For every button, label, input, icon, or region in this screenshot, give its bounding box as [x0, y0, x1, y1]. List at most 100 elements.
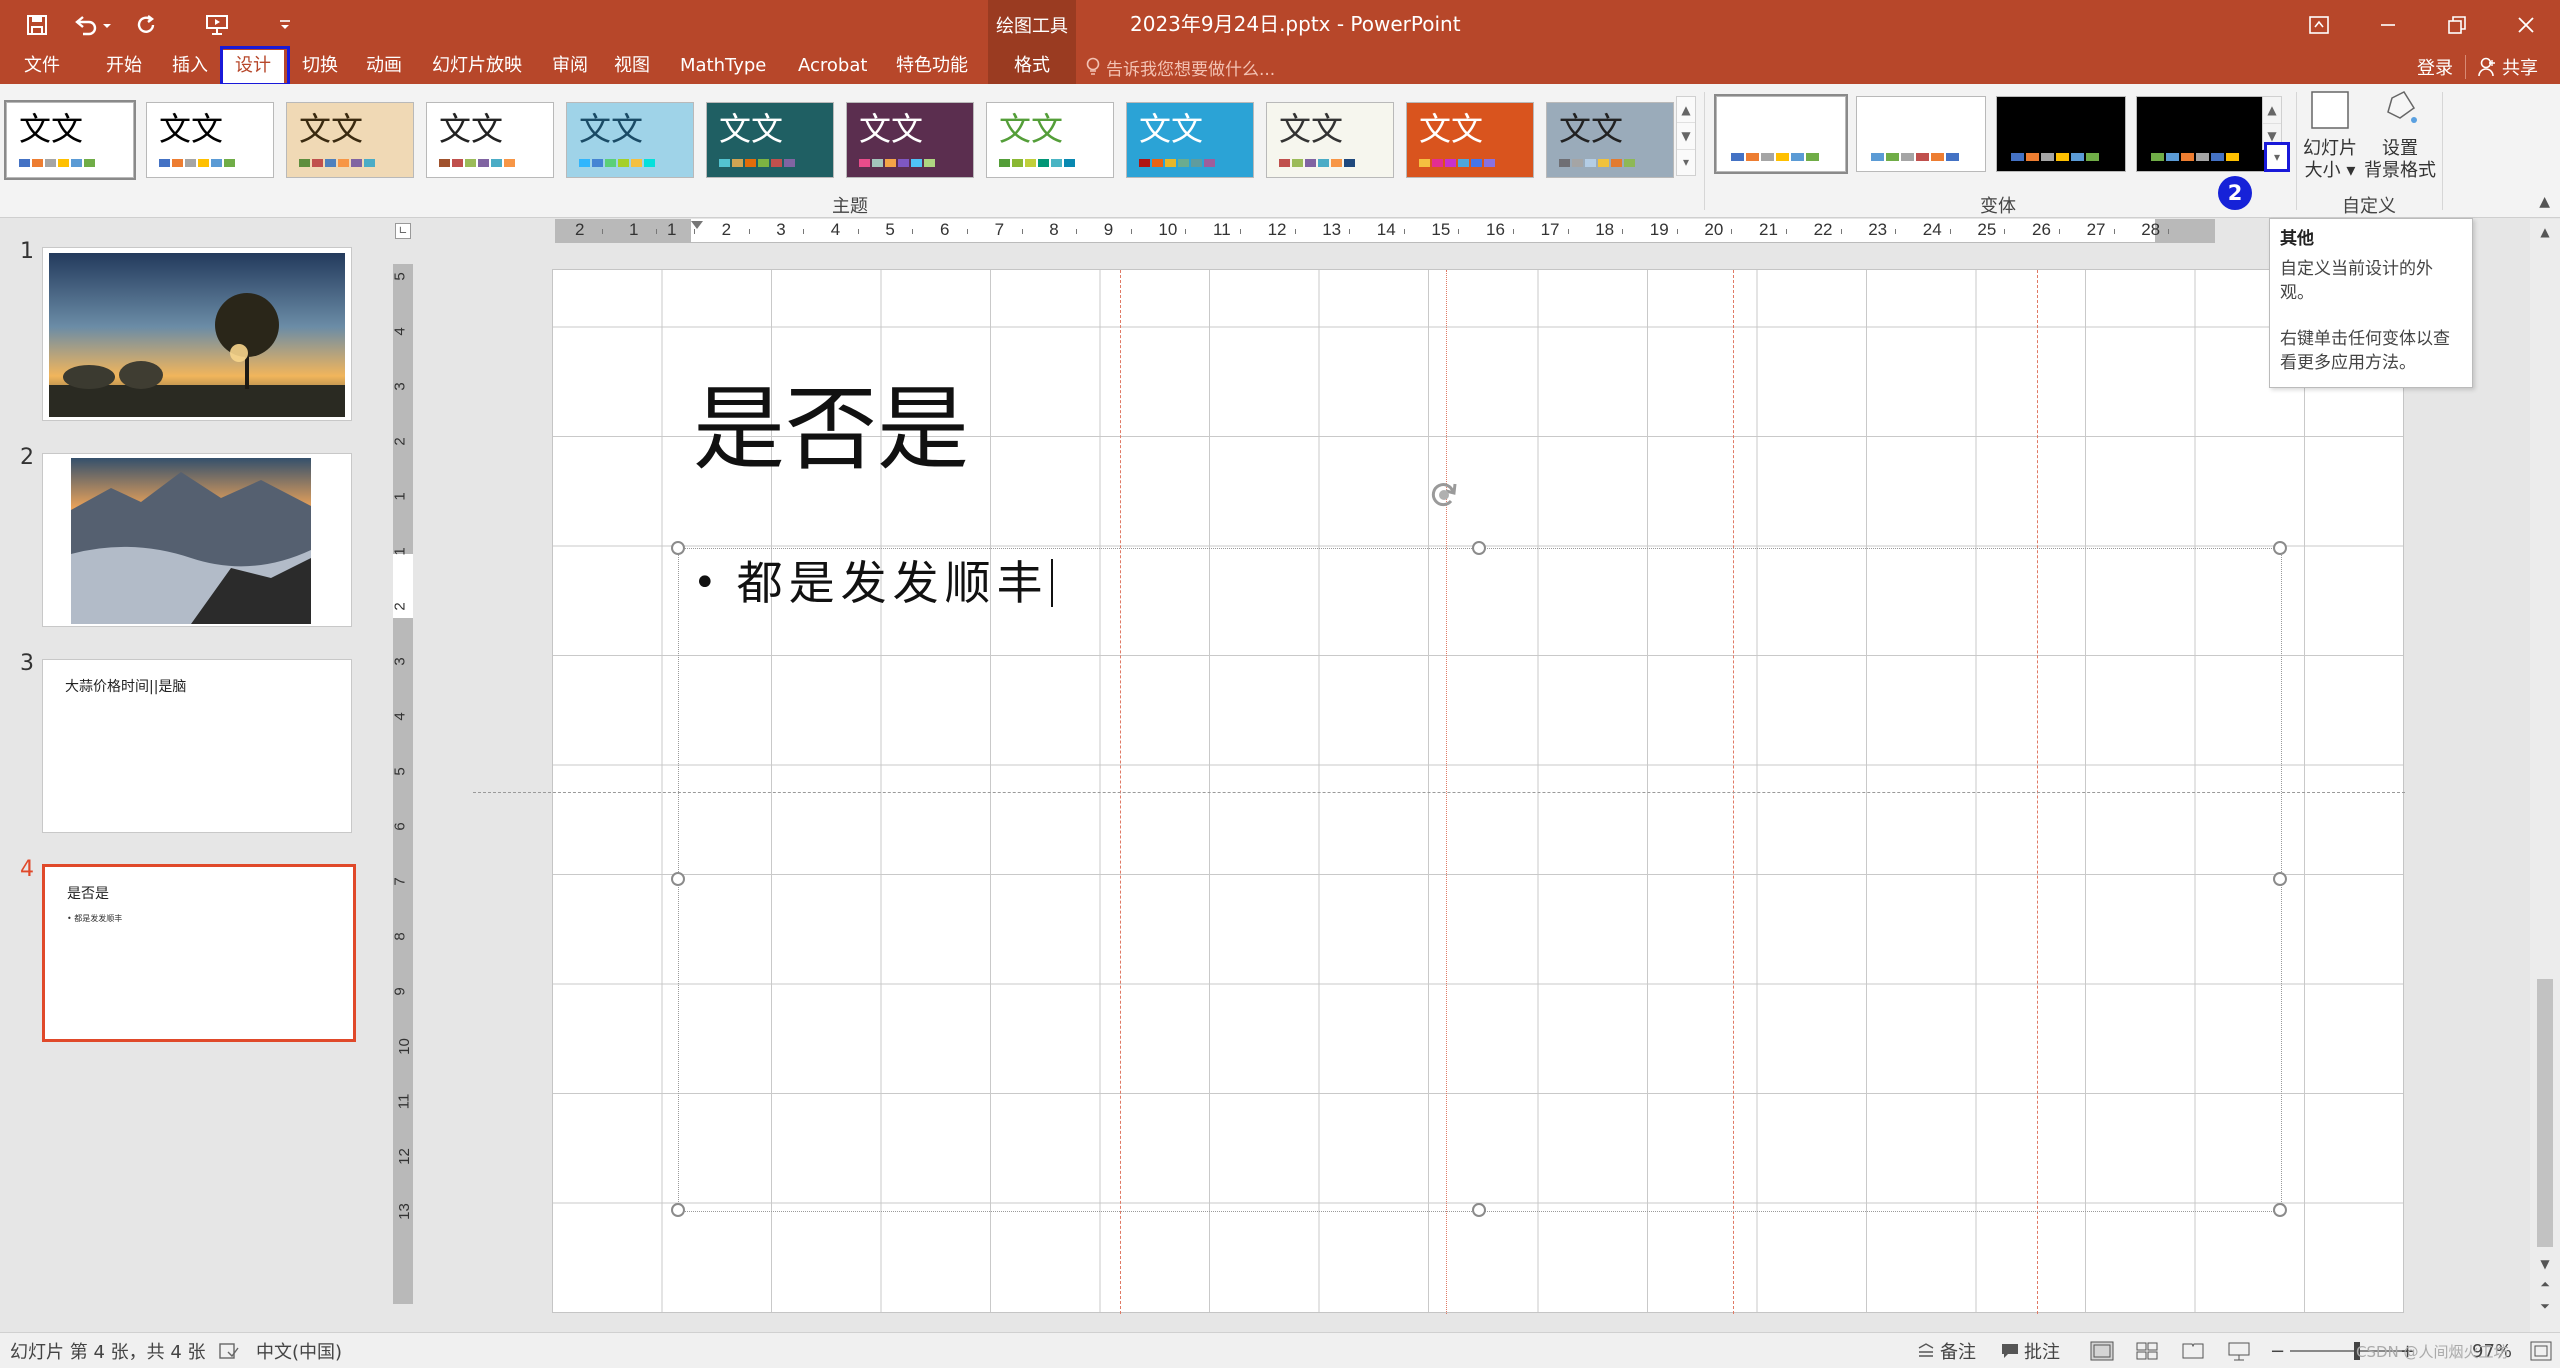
- variants-more-button[interactable]: ▾: [2264, 142, 2290, 172]
- notes-icon: [1918, 1343, 1934, 1357]
- slide-thumbnail-2[interactable]: [42, 453, 352, 627]
- variant-option[interactable]: [1996, 96, 2126, 172]
- ruler-number: 2: [391, 602, 409, 611]
- ruler-number: 7: [994, 220, 1005, 239]
- paint-bucket-icon: [2387, 91, 2417, 123]
- theme-option[interactable]: 文文: [566, 102, 694, 178]
- slide-thumbnail-4[interactable]: 是否是 • 都是发发顺丰: [42, 864, 356, 1042]
- theme-swatches: [719, 159, 797, 167]
- ruler-tick: [1786, 229, 1787, 234]
- spellcheck-icon[interactable]: [218, 1333, 240, 1368]
- resize-handle[interactable]: [2273, 541, 2287, 555]
- slide-size-button[interactable]: 幻灯片 大小 ▾: [2300, 90, 2360, 182]
- rotate-handle-icon[interactable]: [1427, 478, 1461, 512]
- language-indicator[interactable]: 中文(中国): [256, 1333, 342, 1368]
- theme-option[interactable]: 文文: [986, 102, 1114, 178]
- normal-view-icon[interactable]: [2090, 1333, 2114, 1368]
- tab-review[interactable]: 审阅: [552, 50, 588, 84]
- scrollbar-thumb[interactable]: [2537, 979, 2553, 1247]
- tab-transitions[interactable]: 切换: [302, 50, 338, 84]
- format-background-label-1: 设置: [2382, 138, 2418, 159]
- format-background-button[interactable]: 设置 背景格式: [2362, 90, 2438, 182]
- tab-acrobat[interactable]: Acrobat: [798, 50, 867, 84]
- tab-slideshow[interactable]: 幻灯片放映: [432, 50, 522, 84]
- theme-option[interactable]: 文文: [706, 102, 834, 178]
- bullet-paragraph[interactable]: • 都是发发顺丰: [693, 551, 1053, 615]
- ruler-number: 2: [575, 220, 585, 239]
- resize-handle[interactable]: [1472, 1203, 1486, 1217]
- tab-mathtype[interactable]: MathType: [680, 50, 766, 84]
- ruler-number: 1: [629, 220, 639, 239]
- variant-option[interactable]: [1714, 94, 1848, 174]
- variant-option[interactable]: [2136, 96, 2266, 172]
- restore-icon[interactable]: [2422, 0, 2491, 50]
- slide-title[interactable]: 是否是: [693, 370, 969, 490]
- previous-slide-icon[interactable]: ⏶: [2534, 1277, 2556, 1295]
- resize-handle[interactable]: [2273, 872, 2287, 886]
- customize-qat-icon[interactable]: [268, 8, 302, 42]
- tab-stop-selector[interactable]: ∟: [395, 223, 411, 239]
- resize-handle[interactable]: [671, 1203, 685, 1217]
- vertical-ruler[interactable]: 5 4 3 2 1 1 2 3 4 5 6 7 8 9 10 11 12 13: [391, 264, 413, 1304]
- theme-option[interactable]: 文文: [1406, 102, 1534, 178]
- gallery-down-icon[interactable]: ▼: [1677, 123, 1695, 150]
- tab-view[interactable]: 视图: [614, 50, 650, 84]
- resize-handle[interactable]: [1472, 541, 1486, 555]
- tab-format[interactable]: 格式: [988, 50, 1076, 84]
- collapse-ribbon-icon[interactable]: ▲: [2539, 194, 2550, 210]
- tab-file[interactable]: 文件: [24, 50, 60, 84]
- slideshow-view-icon[interactable]: [2228, 1333, 2250, 1368]
- tell-me-search[interactable]: 告诉我您想要做什么...: [1086, 50, 1275, 84]
- tooltip-hint: 右键单击任何变体以查看更多应用方法。: [2280, 329, 2450, 373]
- resize-handle[interactable]: [2273, 1203, 2287, 1217]
- notes-button[interactable]: 备注: [1916, 1333, 1976, 1368]
- variants-up-icon[interactable]: ▲: [2263, 97, 2281, 124]
- resize-handle[interactable]: [671, 541, 685, 555]
- save-icon[interactable]: [20, 8, 54, 42]
- signin-link[interactable]: 登录: [2417, 54, 2453, 80]
- bullet-text[interactable]: 都是发发顺丰: [737, 551, 1049, 615]
- ruler-tick: [1403, 229, 1405, 234]
- gallery-more-icon[interactable]: ▾: [1677, 150, 1695, 175]
- undo-icon[interactable]: [70, 8, 114, 42]
- vertical-scrollbar[interactable]: ▲ ▼ ⏶ ⏷: [2530, 219, 2560, 1332]
- theme-option[interactable]: 文文: [286, 102, 414, 178]
- indent-marker[interactable]: [691, 221, 703, 229]
- content-placeholder[interactable]: • 都是发发顺丰: [671, 541, 2287, 1217]
- resize-handle[interactable]: [671, 872, 685, 886]
- fit-slide-icon[interactable]: [2530, 1333, 2552, 1368]
- ribbon-display-options-icon[interactable]: [2284, 0, 2353, 50]
- share-button[interactable]: 共享: [2502, 54, 2538, 80]
- slide-canvas[interactable]: 是否是 • 都是发发顺丰: [473, 269, 2405, 1314]
- tab-special-features[interactable]: 特色功能: [896, 50, 968, 84]
- scroll-up-icon[interactable]: ▲: [2534, 225, 2556, 243]
- zoom-out-icon[interactable]: −: [2270, 1333, 2285, 1368]
- gallery-up-icon[interactable]: ▲: [1677, 97, 1695, 124]
- tab-insert[interactable]: 插入: [172, 50, 208, 84]
- variant-option[interactable]: [1856, 96, 1986, 172]
- slide-editor-pane: ∟ 2 1 1 2 3 4 5 6 7 8 9 10 11 12 13 14 15 16 17 18 19 20 21 22 2…: [380, 219, 2530, 1332]
- slide-sorter-icon[interactable]: [2136, 1333, 2158, 1368]
- comments-button[interactable]: 批注: [2000, 1333, 2060, 1368]
- theme-option[interactable]: 文文: [1126, 102, 1254, 178]
- theme-option[interactable]: 文文: [426, 102, 554, 178]
- theme-option[interactable]: 文文: [1266, 102, 1394, 178]
- next-slide-icon[interactable]: ⏷: [2534, 1299, 2556, 1317]
- ruler-tick: [803, 229, 805, 234]
- theme-option[interactable]: 文文: [146, 102, 274, 178]
- tab-home[interactable]: 开始: [106, 50, 142, 84]
- theme-option[interactable]: 文文: [4, 100, 136, 180]
- slide-thumbnail-3[interactable]: 大蒜价格时间||是脑: [42, 659, 352, 833]
- horizontal-ruler[interactable]: 2 1 1 2 3 4 5 6 7 8 9 10 11 12 13 14 15 16 17 18 19 20 21 22 23 2…: [555, 219, 2215, 243]
- reading-view-icon[interactable]: [2182, 1333, 2204, 1368]
- theme-option[interactable]: 文文: [846, 102, 974, 178]
- present-from-start-icon[interactable]: [200, 8, 234, 42]
- theme-option[interactable]: 文文: [1546, 102, 1674, 178]
- slide-counter: 幻灯片 第 4 张，共 4 张: [10, 1342, 206, 1363]
- minimize-icon[interactable]: [2353, 0, 2422, 50]
- close-icon[interactable]: [2491, 0, 2560, 50]
- redo-icon[interactable]: [130, 8, 164, 42]
- slide-thumbnail-1[interactable]: [42, 247, 352, 421]
- scroll-down-icon[interactable]: ▼: [2534, 1257, 2556, 1275]
- tab-animations[interactable]: 动画: [366, 50, 402, 84]
